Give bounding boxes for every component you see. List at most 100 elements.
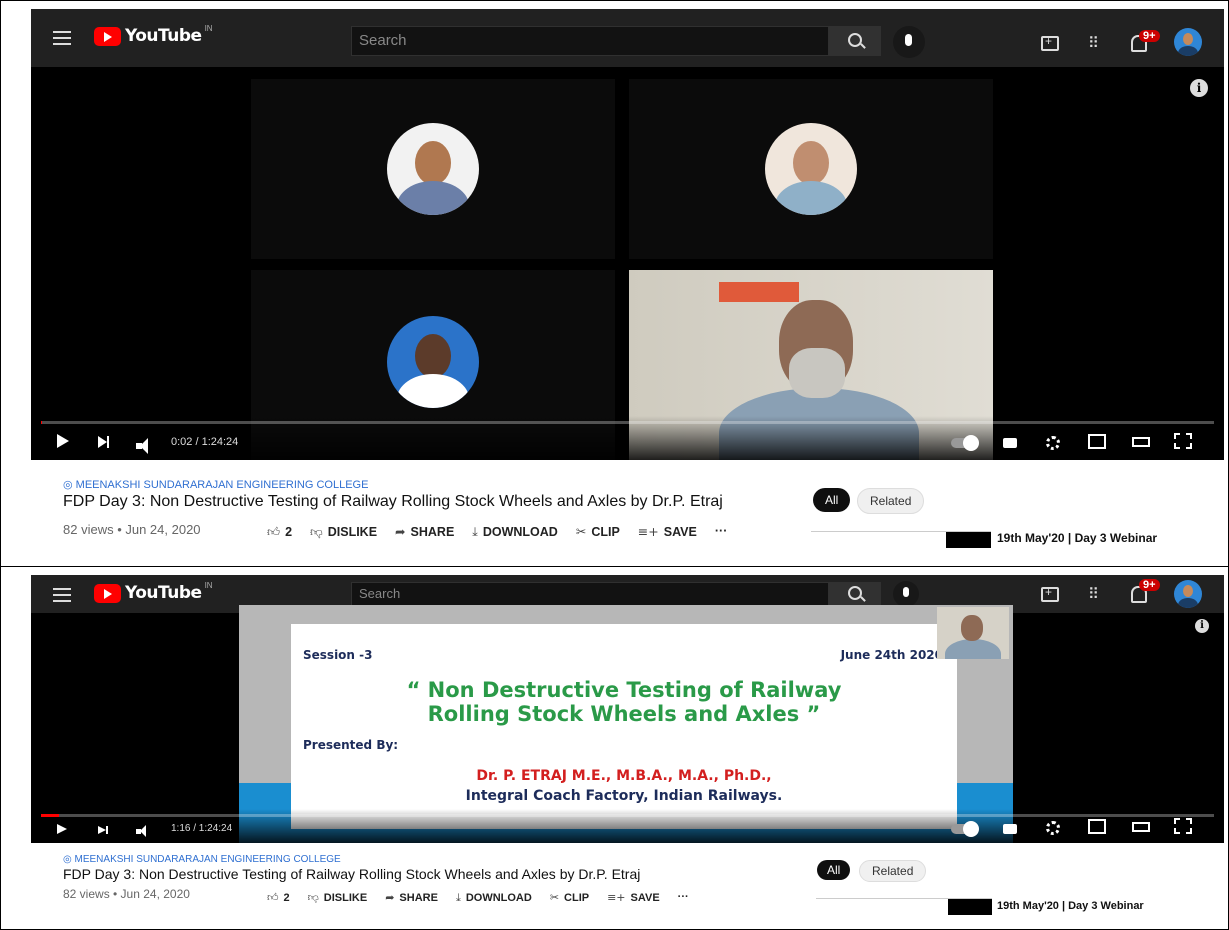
wall-sign	[719, 282, 799, 302]
download-button[interactable]: ⤓DOWNLOAD	[472, 524, 558, 540]
progress-bar[interactable]	[41, 814, 1214, 817]
info-icon[interactable]: i	[1190, 79, 1208, 97]
youtube-logo[interactable]: YouTube IN	[94, 583, 213, 603]
presentation-slide: Session -3 June 24th 2020 “ Non Destruct…	[291, 624, 957, 829]
voice-search-button[interactable]	[893, 581, 919, 607]
create-video-icon[interactable]	[1041, 36, 1059, 51]
account-avatar[interactable]	[1174, 28, 1202, 56]
country-code: IN	[205, 24, 213, 33]
clip-button[interactable]: ✂CLIP	[576, 524, 620, 540]
menu-icon[interactable]	[53, 31, 71, 45]
menu-icon[interactable]	[53, 588, 71, 602]
slide-organization: Integral Coach Factory, Indian Railways.	[291, 788, 957, 804]
fullscreen-icon[interactable]	[1174, 433, 1192, 449]
settings-gear-icon[interactable]	[1046, 436, 1060, 450]
volume-icon[interactable]	[136, 829, 141, 834]
video-title: FDP Day 3: Non Destructive Testing of Ra…	[63, 866, 640, 882]
volume-icon[interactable]	[136, 443, 142, 449]
like-button[interactable]: 👍︎2	[267, 524, 292, 540]
notifications-badge: 9+	[1139, 30, 1160, 42]
screenshot-panel-1: YouTube IN Search ⠿ 9+	[0, 0, 1229, 567]
dislike-button[interactable]: 👎︎DISLIKE	[308, 891, 368, 905]
related-video-thumbnail[interactable]	[811, 531, 991, 548]
participant-avatar-1	[387, 123, 479, 215]
info-icon[interactable]: i	[1195, 619, 1209, 633]
action-bar: 👍︎2 👎︎DISLIKE ➦SHARE ⤓DOWNLOAD ✂CLIP ≡+S…	[267, 524, 727, 540]
save-button[interactable]: ≡+SAVE	[638, 524, 697, 540]
share-button[interactable]: ➦SHARE	[395, 524, 454, 540]
youtube-play-logo-icon	[94, 584, 121, 603]
masthead: YouTube IN Search ⠿ 9+	[31, 9, 1224, 67]
thumbs-down-icon: 👎︎	[310, 524, 323, 539]
screenshot-panel-2: YouTube IN Search ⠿ 9+ Session -3 June 2…	[0, 566, 1229, 930]
youtube-window: YouTube IN Search ⠿ 9+ Session -3 June 2…	[31, 575, 1224, 843]
presenter-thumbnail	[937, 607, 1009, 659]
share-icon: ➦	[385, 891, 394, 904]
dislike-button[interactable]: 👎︎DISLIKE	[310, 524, 377, 540]
next-icon[interactable]	[98, 826, 106, 834]
scissors-icon: ✂	[576, 524, 586, 539]
slide-presented-by: Presented By:	[303, 738, 398, 752]
playlist-add-icon: ≡+	[607, 891, 625, 904]
notifications-badge: 9+	[1139, 579, 1160, 591]
youtube-play-logo-icon	[94, 27, 121, 46]
search-input[interactable]: Search	[351, 26, 829, 56]
thumbs-up-icon: 👍︎	[267, 524, 280, 539]
video-meta: 82 views • Jun 24, 2020	[63, 522, 201, 537]
fullscreen-icon[interactable]	[1174, 818, 1192, 834]
play-icon[interactable]	[57, 824, 67, 834]
download-button[interactable]: ⤓DOWNLOAD	[456, 891, 532, 905]
related-video-thumbnail[interactable]	[816, 898, 992, 915]
like-button[interactable]: 👍︎2	[267, 891, 290, 905]
settings-gear-icon[interactable]	[1046, 821, 1060, 835]
logo-text: YouTube	[125, 583, 202, 603]
apps-grid-icon[interactable]: ⠿	[1088, 36, 1098, 51]
chip-related[interactable]: Related	[859, 860, 926, 882]
captions-icon[interactable]	[1003, 438, 1017, 448]
clip-button[interactable]: ✂CLIP	[550, 891, 589, 905]
participant-tile-2	[629, 79, 993, 259]
create-video-icon[interactable]	[1041, 587, 1059, 602]
play-icon[interactable]	[57, 434, 69, 448]
related-video-title[interactable]: 19th May'20 | Day 3 Webinar	[997, 531, 1157, 545]
related-video-title[interactable]: 19th May'20 | Day 3 Webinar	[997, 900, 1144, 912]
video-meta: 82 views • Jun 24, 2020	[63, 887, 190, 901]
participant-avatar-3	[387, 316, 479, 408]
captions-icon[interactable]	[1003, 824, 1017, 834]
autoplay-toggle[interactable]	[951, 824, 977, 834]
progress-bar-fill	[41, 814, 59, 817]
more-actions-button[interactable]: ···	[678, 891, 689, 905]
miniplayer-icon[interactable]	[1088, 434, 1106, 449]
channel-name[interactable]: MEENAKSHI SUNDARARAJAN ENGINEERING COLLE…	[63, 854, 341, 865]
playlist-add-icon: ≡+	[638, 524, 659, 539]
time-display: 0:02 / 1:24:24	[171, 436, 238, 448]
save-button[interactable]: ≡+SAVE	[607, 891, 660, 905]
progress-bar[interactable]	[41, 421, 1214, 424]
channel-name[interactable]: MEENAKSHI SUNDARARAJAN ENGINEERING COLLE…	[63, 478, 368, 491]
participant-avatar-2	[765, 123, 857, 215]
chip-all[interactable]: All	[817, 860, 850, 880]
youtube-logo[interactable]: YouTube IN	[94, 26, 213, 46]
chip-related[interactable]: Related	[857, 488, 924, 514]
autoplay-toggle[interactable]	[951, 438, 977, 448]
time-display: 1:16 / 1:24:24	[171, 823, 232, 834]
theater-mode-icon[interactable]	[1132, 822, 1150, 832]
search-button[interactable]	[829, 582, 881, 606]
player-controls: 0:02 / 1:24:24	[31, 416, 1224, 460]
next-icon[interactable]	[98, 436, 107, 448]
scissors-icon: ✂	[550, 891, 559, 904]
account-avatar[interactable]	[1174, 580, 1202, 608]
voice-search-button[interactable]	[893, 26, 925, 58]
share-button[interactable]: ➦SHARE	[385, 891, 438, 905]
miniplayer-icon[interactable]	[1088, 819, 1106, 834]
chip-all[interactable]: All	[813, 488, 850, 512]
logo-text: YouTube	[125, 26, 202, 46]
apps-grid-icon[interactable]: ⠿	[1088, 587, 1098, 602]
player-controls: 1:16 / 1:24:24	[31, 809, 1224, 843]
search-button[interactable]	[829, 26, 881, 56]
video-title: FDP Day 3: Non Destructive Testing of Ra…	[63, 493, 723, 511]
share-icon: ➦	[395, 524, 405, 539]
search-input[interactable]: Search	[351, 582, 829, 606]
theater-mode-icon[interactable]	[1132, 437, 1150, 447]
more-actions-button[interactable]: ···	[715, 524, 728, 540]
